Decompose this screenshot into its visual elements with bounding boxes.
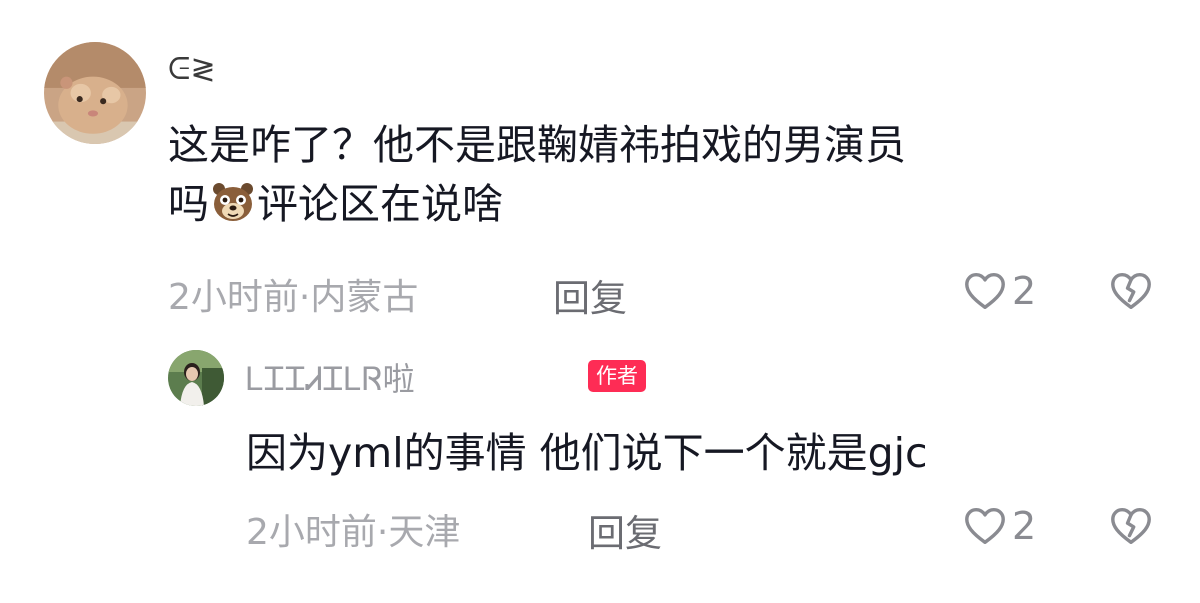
like-count: 2: [1012, 504, 1037, 548]
like-count: 2: [1012, 269, 1037, 313]
broken-heart-icon: [1111, 272, 1151, 310]
comment-time: 2小时前: [246, 512, 377, 553]
dislike-button[interactable]: [1108, 268, 1154, 314]
comment-location: 内蒙古: [310, 277, 419, 318]
comment-text-line: 这是咋了？他不是跟鞠婧祎拍戏的男演员: [168, 121, 906, 169]
meta-separator: ·: [298, 277, 311, 318]
comment-text: 这是咋了？他不是跟鞠婧祎拍戏的男演员 吗 评论区在说啥: [168, 116, 1158, 235]
comment-meta: 2小时前·内蒙古: [168, 268, 418, 320]
like-button[interactable]: 2: [962, 503, 1036, 549]
username[interactable]: ᏞᏆᏆᏗᏆᏞᏒ啦: [246, 354, 415, 400]
reply-button[interactable]: 回复: [553, 268, 627, 322]
like-button[interactable]: 2: [962, 268, 1036, 314]
comment-text-segment: 吗: [168, 180, 209, 229]
username[interactable]: ᕮ≷: [168, 52, 215, 87]
hamster-avatar-icon: [44, 42, 146, 144]
avatar[interactable]: [168, 350, 224, 406]
comment-location: 天津: [388, 512, 461, 553]
comment-time: 2小时前: [168, 277, 299, 318]
comment-meta: 2小时前·天津: [246, 503, 460, 555]
broken-heart-icon: [1111, 507, 1151, 545]
heart-icon: [965, 272, 1005, 310]
comment-text: 因为yml的事情 他们说下一个就是gjc: [246, 429, 928, 477]
author-badge: 作者: [588, 360, 646, 392]
comment-text-line: 吗 评论区在说啥: [168, 175, 1158, 234]
dislike-button[interactable]: [1108, 503, 1154, 549]
user-photo-avatar-icon: [168, 350, 224, 406]
reply-button[interactable]: 回复: [588, 503, 662, 557]
avatar[interactable]: [44, 42, 146, 144]
meta-separator: ·: [376, 512, 389, 553]
heart-icon: [965, 507, 1005, 545]
bear-emoji-icon: [211, 180, 255, 224]
comment-text-segment: 评论区在说啥: [257, 180, 503, 229]
